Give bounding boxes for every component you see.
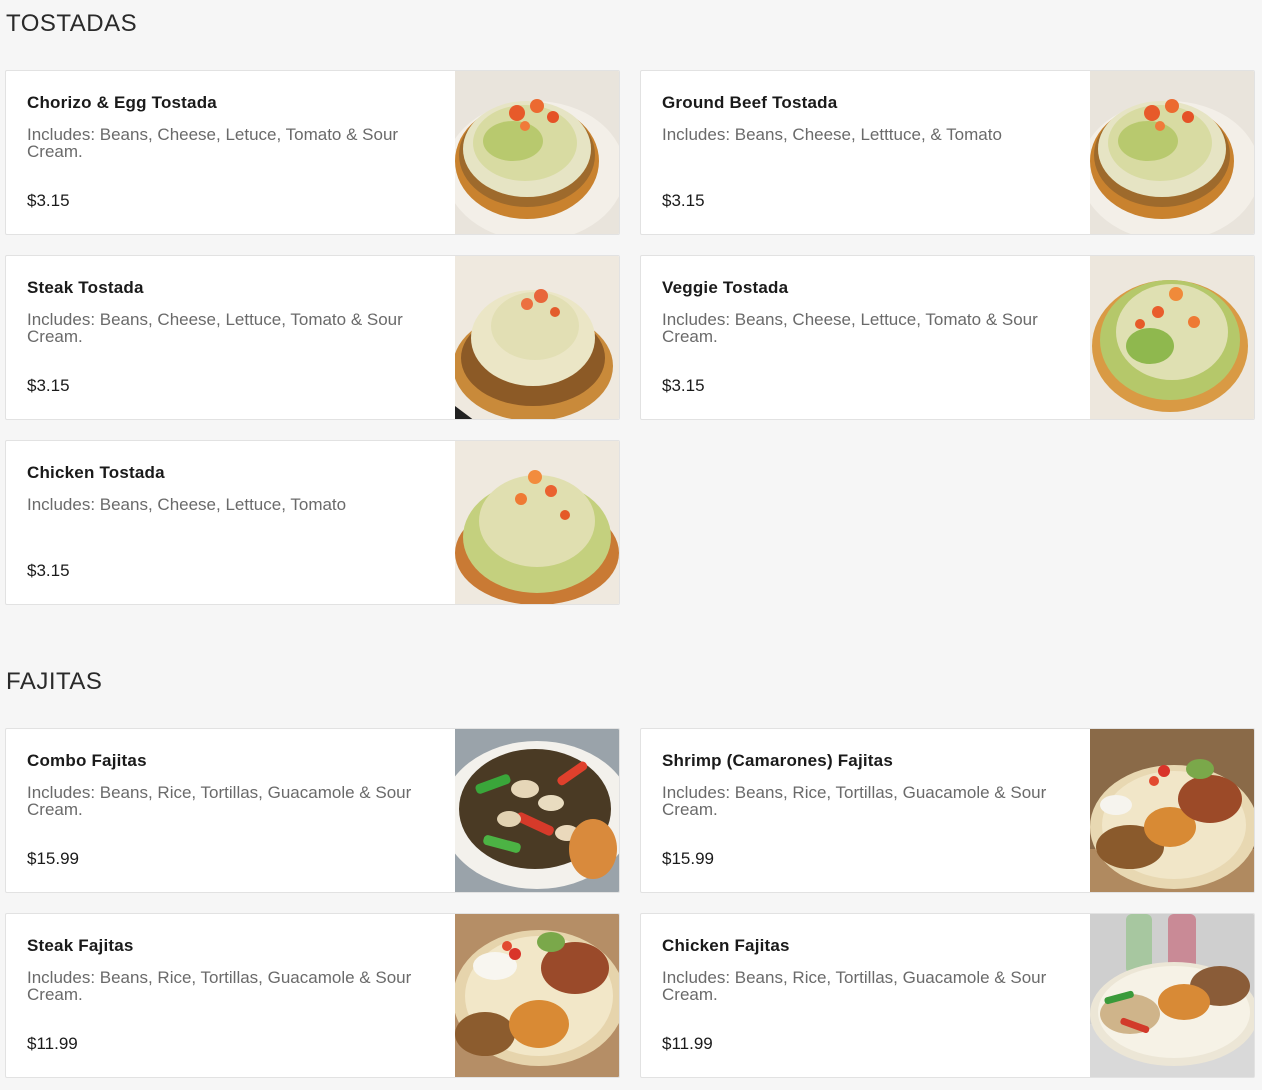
menu-item-price: $3.15 bbox=[27, 561, 70, 580]
menu-item-price: $3.15 bbox=[27, 376, 70, 395]
menu-item-card[interactable]: Chicken Tostada Includes: Beans, Cheese,… bbox=[5, 440, 620, 605]
menu-item-name: Combo Fajitas bbox=[27, 751, 147, 770]
section-title-tostadas: TOSTADAS bbox=[6, 10, 138, 37]
menu-item-card[interactable]: Combo Fajitas Includes: Beans, Rice, Tor… bbox=[5, 728, 620, 893]
menu-item-description: Includes: Beans, Cheese, Lettuce, Tomato… bbox=[662, 310, 1038, 346]
menu-item-card[interactable]: Shrimp (Camarones) Fajitas Includes: Bea… bbox=[640, 728, 1255, 893]
menu-item-price: $11.99 bbox=[662, 1034, 713, 1053]
menu-item-price: $15.99 bbox=[27, 849, 79, 868]
menu-item-card[interactable]: Steak Fajitas Includes: Beans, Rice, Tor… bbox=[5, 913, 620, 1078]
menu-item-price: $15.99 bbox=[662, 849, 714, 868]
menu-item-description: Includes: Beans, Cheese, Letttuce, & Tom… bbox=[662, 125, 1002, 144]
tostada-photo bbox=[1090, 71, 1254, 234]
tostada-photo bbox=[1090, 256, 1254, 419]
menu-item-name: Chorizo & Egg Tostada bbox=[27, 93, 217, 112]
menu-item-name: Chicken Fajitas bbox=[662, 936, 790, 955]
menu-item-name: Veggie Tostada bbox=[662, 278, 789, 297]
menu-item-price: $3.15 bbox=[662, 191, 705, 210]
menu-item-name: Shrimp (Camarones) Fajitas bbox=[662, 751, 893, 770]
menu-item-name: Chicken Tostada bbox=[27, 463, 165, 482]
menu-item-description: Includes: Beans, Rice, Tortillas, Guacam… bbox=[27, 968, 412, 1004]
menu-item-description: Includes: Beans, Rice, Tortillas, Guacam… bbox=[27, 783, 412, 819]
fajitas-plate-photo bbox=[1090, 914, 1254, 1077]
fajitas-plate-photo bbox=[455, 914, 619, 1077]
menu-item-description: Includes: Beans, Rice, Tortillas, Guacam… bbox=[662, 783, 1047, 819]
menu-item-name: Steak Tostada bbox=[27, 278, 144, 297]
menu-item-price: $3.15 bbox=[27, 191, 70, 210]
menu-item-card[interactable]: Ground Beef Tostada Includes: Beans, Che… bbox=[640, 70, 1255, 235]
menu-item-name: Ground Beef Tostada bbox=[662, 93, 838, 112]
menu-item-price: $3.15 bbox=[662, 376, 705, 395]
menu-item-description: Includes: Beans, Cheese, Lettuce, Tomato bbox=[27, 495, 347, 514]
tostada-photo bbox=[455, 441, 619, 604]
menu-item-description: Includes: Beans, Rice, Tortillas, Guacam… bbox=[662, 968, 1047, 1004]
fajitas-photo bbox=[455, 729, 619, 892]
tostada-photo bbox=[455, 71, 619, 234]
tostada-photo bbox=[455, 256, 619, 419]
menu-item-card[interactable]: Veggie Tostada Includes: Beans, Cheese, … bbox=[640, 255, 1255, 420]
fajitas-plate-photo bbox=[1090, 729, 1254, 892]
menu-item-card[interactable]: Chicken Fajitas Includes: Beans, Rice, T… bbox=[640, 913, 1255, 1078]
menu-item-card[interactable]: Steak Tostada Includes: Beans, Cheese, L… bbox=[5, 255, 620, 420]
menu-item-description: Includes: Beans, Cheese, Letuce, Tomato … bbox=[27, 125, 399, 161]
menu-item-price: $11.99 bbox=[27, 1034, 78, 1053]
menu-item-description: Includes: Beans, Cheese, Lettuce, Tomato… bbox=[27, 310, 403, 346]
menu-item-name: Steak Fajitas bbox=[27, 936, 134, 955]
section-title-fajitas: FAJITAS bbox=[6, 668, 103, 695]
menu-item-card[interactable]: Chorizo & Egg Tostada Includes: Beans, C… bbox=[5, 70, 620, 235]
